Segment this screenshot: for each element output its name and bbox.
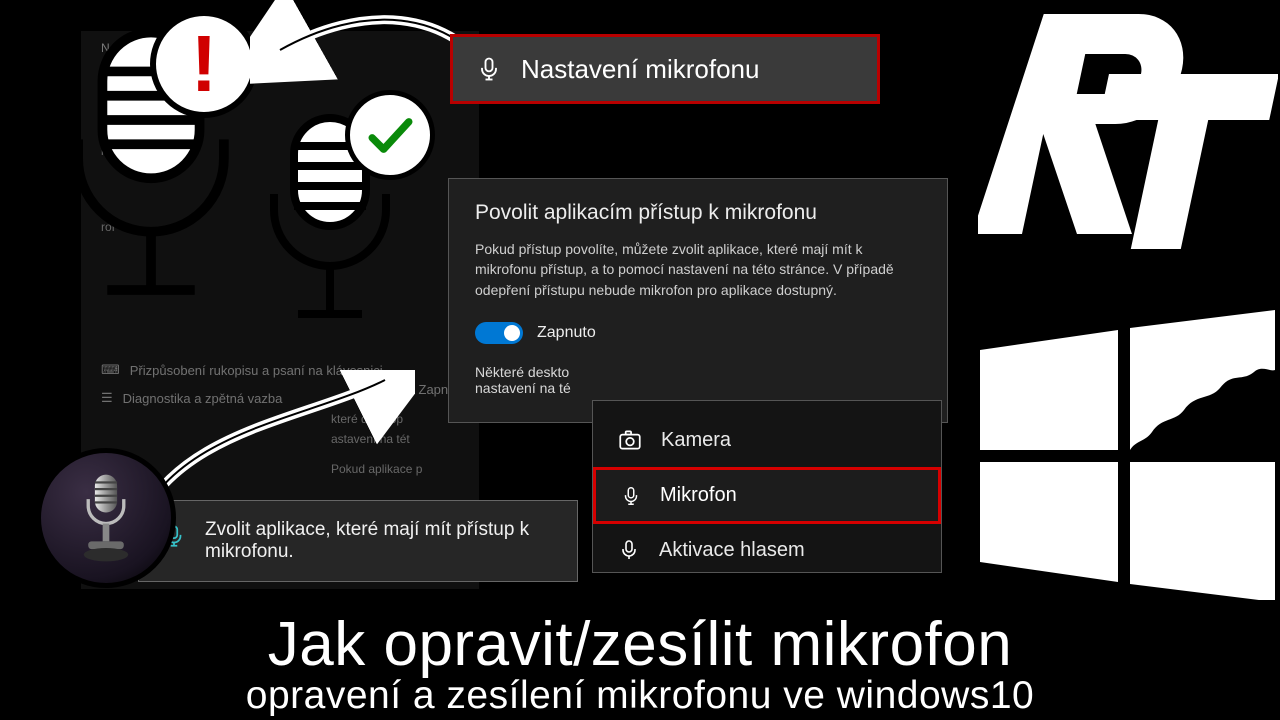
rt-logo [978,0,1278,254]
allow-heading: Povolit aplikacím přístup k mikrofonu [475,201,921,225]
privacy-list: Kamera Mikrofon Aktivace hlasem [592,400,942,573]
feedback-icon: ☰ [101,390,113,406]
choose-apps-panel: Zvolit aplikace, které mají mít přístup … [138,500,578,582]
allow-mic-panel: Povolit aplikacím přístup k mikrofonu Po… [448,178,948,423]
allow-toggle[interactable] [475,322,523,344]
bg-text: které desktop [331,412,459,426]
bg-toggle[interactable] [366,380,404,398]
keyboard-icon: ⌨ [101,362,120,378]
mic-3d-badge [36,448,176,588]
list-label: Aktivace hlasem [659,539,805,562]
bg-text: Pokud aplikace p [331,462,459,476]
allow-body: Pokud přístup povolíte, můžete zvolit ap… [475,239,921,300]
list-item-microphone[interactable]: Mikrofon [593,467,941,524]
list-item-voice[interactable]: Aktivace hlasem [593,524,941,566]
chip-label: Nastavení mikrofonu [521,54,759,85]
caption-line1: Jak opravit/zesílit mikrofon [0,613,1280,676]
caption-line2: opravení a zesílení mikrofonu ve windows… [0,676,1280,716]
windows-logo [970,310,1280,600]
bg-toggle-row: Zapnut [361,378,459,400]
allow-subtext: Některé deskto nastavení na té [475,364,921,396]
mic-settings-chip[interactable]: Nastavení mikrofonu [450,34,880,104]
thumbnail-caption: Jak opravit/zesílit mikrofon opravení a … [0,613,1280,716]
bg-text: astavení na tét [331,432,459,446]
list-label: Mikrofon [660,484,737,507]
sidebar-item-label: Diagnostika a zpětná vazba [123,391,283,406]
list-label: Kamera [661,429,731,452]
microphone-icon [475,55,503,83]
camera-icon [617,427,643,453]
choose-text: Zvolit aplikace, které mají mít přístup … [205,519,555,563]
allow-toggle-label: Zapnuto [537,324,596,342]
ok-badge [345,90,435,180]
microphone-icon [620,485,642,507]
voice-activation-icon [617,538,641,562]
list-item-camera[interactable]: Kamera [593,413,941,467]
